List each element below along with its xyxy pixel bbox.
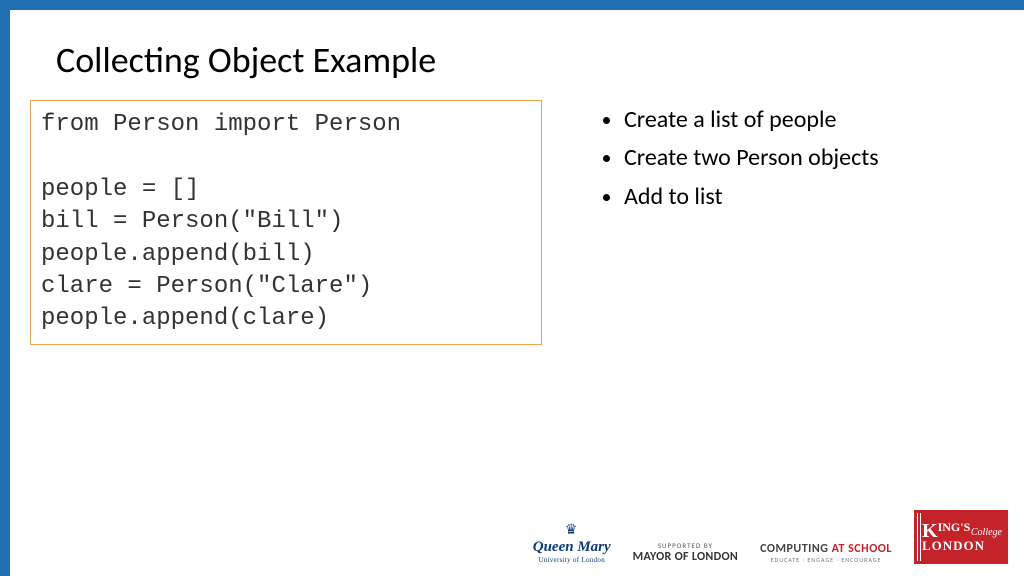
qm-name: Queen Mary (533, 539, 611, 556)
cas-main: COMPUTING AT SCHOOL (760, 542, 892, 556)
computing-at-school-logo: COMPUTING AT SCHOOL EDUCATE · ENGAGE · E… (760, 542, 892, 564)
kcl-london: LONDON (922, 540, 1000, 552)
bullet-list: Create a list of people Create two Perso… (602, 104, 879, 219)
footer-logos: ♛ Queen Mary University of London SUPPOR… (533, 510, 1008, 564)
content-row: from Person import Person people = [] bi… (10, 100, 1024, 345)
mayor-main: MAYOR OF LONDON (633, 550, 738, 564)
bullet-item: Create two Person objects (624, 142, 879, 174)
crown-icon: ♛ (565, 522, 579, 539)
kings-college-logo: KING'S College LONDON (914, 510, 1008, 564)
queen-mary-logo: ♛ Queen Mary University of London (533, 522, 611, 564)
cas-sub: EDUCATE · ENGAGE · ENCOURAGE (771, 556, 882, 564)
mayor-sup: SUPPORTED BY (658, 541, 713, 550)
kcl-college: College (971, 528, 1002, 537)
slide-frame: Collecting Object Example from Person im… (0, 0, 1024, 576)
code-block: from Person import Person people = [] bi… (30, 100, 542, 345)
bullet-item: Add to list (624, 181, 879, 213)
bullet-item: Create a list of people (624, 104, 879, 136)
qm-sub: University of London (538, 556, 605, 564)
mayor-of-london-logo: SUPPORTED BY MAYOR OF LONDON (633, 541, 738, 564)
slide-title: Collecting Object Example (56, 38, 1024, 82)
